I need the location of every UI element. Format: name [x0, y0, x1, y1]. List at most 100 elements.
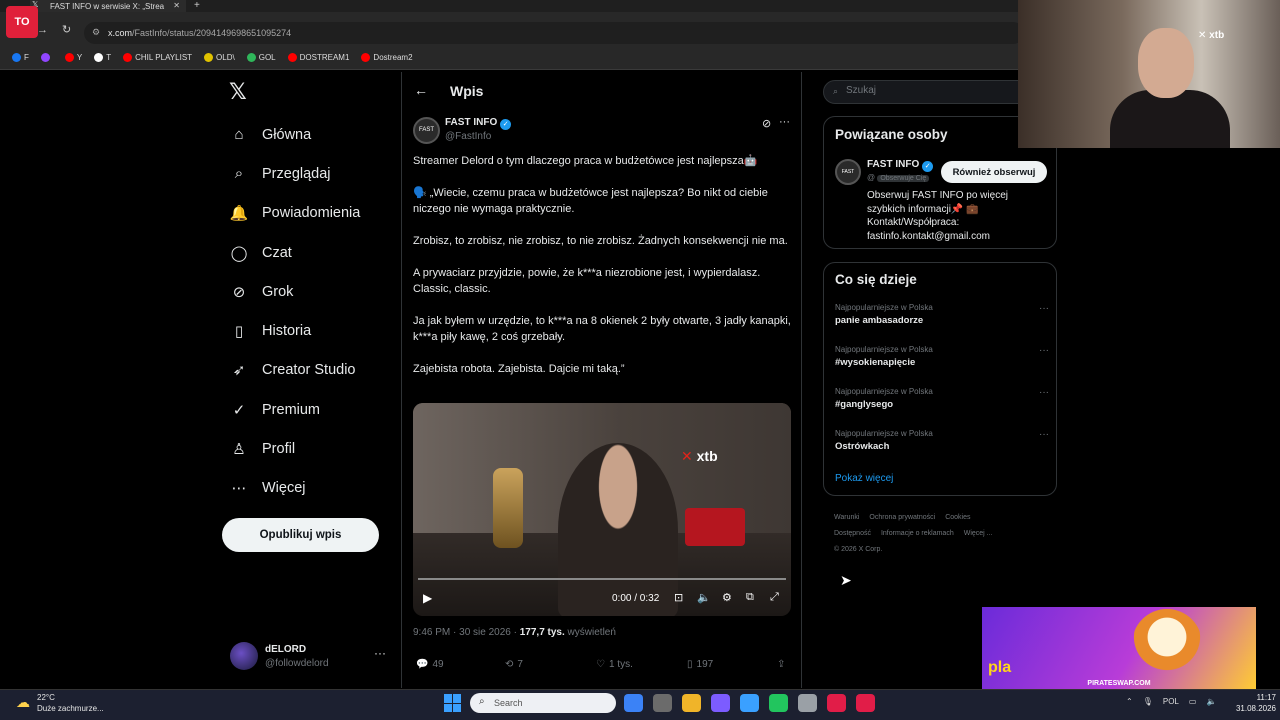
- mic-icon[interactable]: 🎙: [1143, 697, 1153, 706]
- fullscreen-icon[interactable]: ⤢: [770, 591, 779, 604]
- trend-item[interactable]: Najpopularniejsze w Polska Ostrówkach ···: [835, 429, 1049, 452]
- reply-count: 49: [432, 659, 444, 670]
- footer-link[interactable]: © 2026 X Corp.: [834, 546, 882, 553]
- trend-item[interactable]: Najpopularniejsze w Polska #ganglysego ···: [835, 387, 1049, 410]
- bookmark-item[interactable]: OLD\: [204, 53, 235, 62]
- taskbar-app-icon[interactable]: [711, 694, 730, 712]
- footer-link[interactable]: Dostępność: [834, 530, 871, 537]
- sidebar-item-label: Profil: [262, 441, 296, 458]
- play-icon[interactable]: ▶: [423, 591, 432, 605]
- site-info-icon[interactable]: ⚙: [92, 27, 100, 38]
- taskbar-app-icon[interactable]: [769, 694, 788, 712]
- search-input[interactable]: [846, 85, 1046, 96]
- url-text[interactable]: x.com/FastInfo/status/209414969865109527…: [108, 28, 291, 38]
- new-tab-button[interactable]: +: [194, 0, 200, 11]
- grok-icon[interactable]: ⊘: [762, 117, 771, 130]
- volume-icon[interactable]: 🔈: [1206, 697, 1216, 706]
- author-name[interactable]: FAST INFO ✓: [445, 117, 512, 130]
- taskbar-search[interactable]: ⌕ Search: [470, 693, 616, 713]
- webcam-body: [1110, 90, 1230, 148]
- follow-back-button[interactable]: Również obserwuj: [941, 161, 1047, 183]
- captions-icon[interactable]: ⊡: [674, 591, 683, 604]
- video-player[interactable]: ✕ xtb: [413, 403, 791, 616]
- related-handle[interactable]: @ Obserwuje Cię: [867, 173, 930, 182]
- taskbar-app-icon[interactable]: [798, 694, 817, 712]
- show-more-link[interactable]: Pokaż więcej: [835, 473, 893, 484]
- sidebar-item[interactable]: ⋯ Więcej: [228, 469, 360, 508]
- footer-link[interactable]: Cookies: [945, 514, 970, 521]
- post-time[interactable]: 9:46 PM · 30 sie 2026 ·: [413, 627, 520, 638]
- sidebar-item[interactable]: ▯ Historia: [228, 311, 360, 350]
- trend-name: panie ambasadorze: [835, 315, 924, 326]
- bookmark-button[interactable]: ▯ 197: [687, 659, 713, 670]
- trend-context: Najpopularniejsze w Polska: [835, 387, 933, 396]
- reply-button[interactable]: 💬 49: [416, 659, 444, 670]
- sidebar-item[interactable]: 🔔 Powiadomienia: [228, 194, 361, 233]
- bookmark-favicon-icon: [246, 53, 256, 62]
- footer-link[interactable]: Ochrona prywatności: [869, 514, 935, 521]
- taskbar-app-icon[interactable]: [740, 694, 759, 712]
- sidebar-item[interactable]: ✓ Premium: [228, 390, 360, 429]
- bookmark-item[interactable]: DOSTREAM1: [287, 53, 350, 62]
- more-icon[interactable]: ···: [374, 646, 386, 660]
- forward-icon[interactable]: →: [37, 24, 48, 36]
- author-handle[interactable]: @FastInfo: [445, 131, 491, 142]
- taskbar-app-icon[interactable]: [827, 694, 846, 712]
- taskbar-app-icon[interactable]: [624, 694, 643, 712]
- sidebar-item[interactable]: ⌂ Główna: [228, 115, 360, 154]
- start-button[interactable]: [444, 694, 462, 712]
- footer-link[interactable]: Warunki: [834, 514, 859, 521]
- footer-link[interactable]: Więcej ...: [964, 530, 993, 537]
- sidebar-item[interactable]: ➶ Creator Studio: [228, 351, 360, 390]
- back-arrow-icon[interactable]: ←: [414, 82, 428, 98]
- account-switcher[interactable]: dELORD @followdelord ···: [230, 642, 390, 672]
- bookmark-item[interactable]: T: [94, 53, 111, 62]
- bookmark-label: CHIL PLAYLIST: [135, 53, 193, 62]
- repost-button[interactable]: ⟲ 7: [505, 659, 523, 670]
- sidebar-item[interactable]: ⊘ Grok: [228, 272, 360, 311]
- trend-more-icon[interactable]: ···: [1039, 303, 1049, 314]
- bookmark-label: DOSTREAM1: [299, 53, 350, 62]
- sidebar-item[interactable]: ◯ Czat: [228, 233, 360, 272]
- bookmark-item[interactable]: [40, 53, 53, 62]
- chat-icon: ◯: [230, 244, 248, 262]
- bookmark-item[interactable]: F: [12, 53, 29, 62]
- taskbar-app-icon[interactable]: [856, 694, 875, 712]
- related-name[interactable]: FAST INFO ✓: [867, 159, 934, 172]
- video-progress-bar[interactable]: [418, 578, 786, 580]
- bookmark-item[interactable]: GOL: [246, 53, 276, 62]
- taskbar-app-icon[interactable]: [653, 694, 672, 712]
- sidebar-item[interactable]: ♙ Profil: [228, 429, 360, 468]
- author-avatar[interactable]: FAST: [413, 117, 440, 144]
- footer-link[interactable]: Informacje o reklamach: [881, 530, 954, 537]
- pip-icon[interactable]: ⧉: [746, 591, 754, 604]
- trend-item[interactable]: Najpopularniejsze w Polska panie ambasado…: [835, 303, 1049, 326]
- trend-more-icon[interactable]: ···: [1039, 345, 1049, 356]
- language-indicator[interactable]: POL: [1163, 697, 1179, 706]
- bookmark-item[interactable]: Y: [64, 53, 82, 62]
- chevron-up-icon[interactable]: ⌃: [1126, 697, 1133, 706]
- volume-icon[interactable]: 🔈: [697, 591, 711, 604]
- x-logo-icon[interactable]: 𝕏: [229, 80, 253, 104]
- trend-item[interactable]: Najpopularniejsze w Polska #wysokienapięc…: [835, 345, 1049, 368]
- sidebar-item[interactable]: ⌕ Przeglądaj: [228, 154, 360, 193]
- taskbar-app-icon[interactable]: [682, 694, 701, 712]
- close-tab-icon[interactable]: ✕: [173, 1, 180, 10]
- weather-desc: Duże zachmurze...: [37, 704, 104, 713]
- post-button[interactable]: Opublikuj wpis: [222, 518, 379, 552]
- post-paragraph: A prywaciarz przyjdzie, powie, że k***a …: [413, 267, 764, 295]
- settings-icon[interactable]: ⚙: [722, 591, 732, 604]
- like-button[interactable]: ♡ 1 tys.: [596, 659, 633, 670]
- reload-icon[interactable]: ↻: [62, 24, 71, 36]
- network-icon[interactable]: ▭: [1189, 697, 1197, 706]
- related-avatar[interactable]: FAST: [835, 159, 861, 185]
- trend-more-icon[interactable]: ···: [1039, 387, 1049, 398]
- share-button[interactable]: ⇪: [777, 659, 785, 670]
- browser-tab[interactable]: 𝕏 FAST INFO w serwisie X: „Strea ✕: [30, 0, 186, 12]
- post-paragraph: Zajebista robota. Zajebista. Dajcie mi t…: [413, 363, 625, 375]
- trend-more-icon[interactable]: ···: [1039, 429, 1049, 440]
- clock[interactable]: 11:17 31.08.2026: [1232, 692, 1276, 714]
- bookmark-item[interactable]: Dostream2: [361, 53, 413, 62]
- post-more-icon[interactable]: ···: [779, 116, 790, 128]
- bookmark-item[interactable]: CHIL PLAYLIST: [123, 53, 192, 62]
